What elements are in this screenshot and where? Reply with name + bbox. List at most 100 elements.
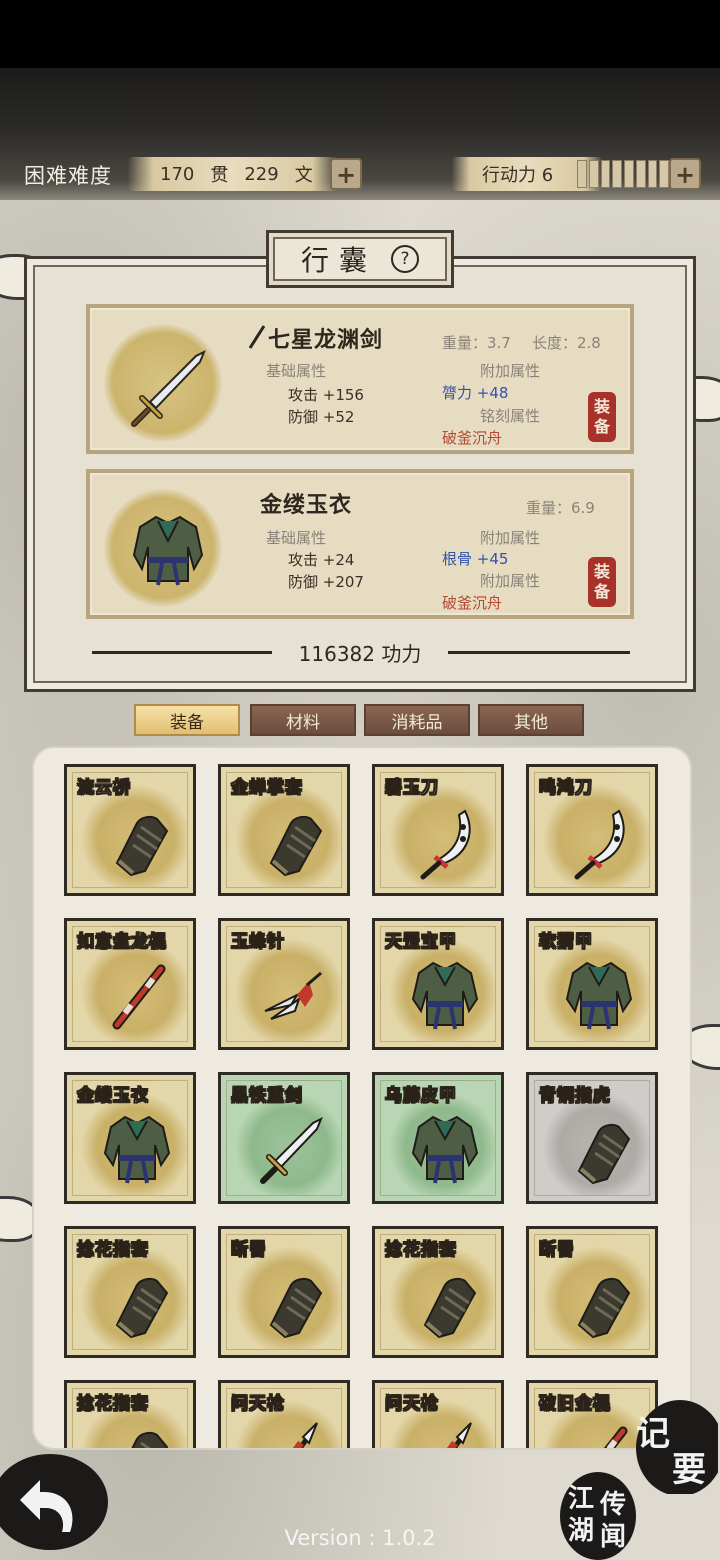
- spear-icon: [446, 1422, 472, 1448]
- equip-char: 备: [593, 417, 610, 436]
- equipped-armor-card[interactable]: 金缕玉衣 重量：6.9 基础属性 攻击 +24 防御 +207 附加属性 根骨 …: [86, 469, 634, 619]
- inventory-slot[interactable]: 碧玉刀: [372, 764, 504, 896]
- notes-char[interactable]: 要: [672, 1442, 706, 1491]
- inventory-item-name: 问天枪: [385, 1394, 439, 1415]
- inventory-slot[interactable]: 捻花指套: [372, 1226, 504, 1358]
- staff-icon: [603, 1426, 628, 1448]
- notes-char[interactable]: 记: [636, 1406, 670, 1455]
- version-label: Version : 1.0.2: [284, 1526, 436, 1550]
- extra-attr-label: 附加属性: [480, 529, 541, 547]
- action-point-segment: [635, 160, 646, 188]
- tab-equipment[interactable]: 装备: [134, 704, 240, 736]
- inventory-slot[interactable]: 青铜指虎: [526, 1072, 658, 1204]
- inventory-slot[interactable]: 问天枪: [372, 1380, 504, 1448]
- gauntlet-icon: [423, 1277, 477, 1339]
- inventory-slot[interactable]: 问天枪: [218, 1380, 350, 1448]
- difficulty-label: 困难难度: [24, 164, 112, 188]
- plus-icon: +: [335, 159, 357, 189]
- base-attr-label: 基础属性: [266, 529, 327, 547]
- inventory-slot[interactable]: 金缕玉衣: [64, 1072, 196, 1204]
- action-point-segment: [588, 160, 599, 188]
- inventory-item-name: 软猬甲: [539, 932, 593, 953]
- inventory-item-name: 碧玉刀: [385, 778, 439, 799]
- engrave-stat: 破釜沉舟: [442, 429, 503, 447]
- extra-stat: 膂力 +48: [442, 384, 509, 402]
- defense-stat: 防御 +207: [288, 573, 364, 591]
- inventory-item-name: 乌藤皮甲: [385, 1086, 457, 1107]
- item-length: 长度：2.8: [532, 334, 601, 352]
- gauntlet-icon: [115, 1277, 169, 1339]
- inventory-slot[interactable]: 如意盘龙棍: [64, 918, 196, 1050]
- inventory-item-name: 黑铁重剑: [231, 1086, 303, 1107]
- saber-icon: [574, 809, 625, 880]
- action-points-bar: [577, 160, 669, 188]
- inventory-slot[interactable]: 玉蜂针: [218, 918, 350, 1050]
- engrave-stat: 破釜沉舟: [442, 594, 503, 612]
- inventory-item-name: 青铜指虎: [539, 1086, 611, 1107]
- guan-unit: 贯: [210, 165, 229, 186]
- extra-attr-label: 附加属性: [480, 362, 541, 380]
- sword-icon: [131, 349, 206, 427]
- saber-icon: [420, 809, 471, 880]
- inventory-slot[interactable]: 金蝉掌套: [218, 764, 350, 896]
- gauntlet-icon: [577, 1123, 631, 1185]
- bag-title-text: 行囊: [300, 244, 377, 277]
- action-points-label: 行动力 6: [482, 165, 554, 186]
- inventory-item-name: 捻花指套: [385, 1240, 457, 1261]
- tab-consumables[interactable]: 消耗品: [364, 704, 470, 736]
- gauntlet-icon: [269, 1277, 323, 1339]
- item-weight: 重量：6.9: [526, 499, 595, 517]
- equip-char: 装: [593, 397, 610, 416]
- armor-icon: [132, 515, 204, 586]
- inventory-slot[interactable]: 流云桥: [64, 764, 196, 896]
- needle-icon: [264, 971, 322, 1020]
- inventory-slot[interactable]: 断罾: [218, 1226, 350, 1358]
- equip-button[interactable]: 装 备: [588, 392, 616, 442]
- base-attr-label: 基础属性: [266, 362, 327, 380]
- inventory-slot[interactable]: 乌藤皮甲: [372, 1072, 504, 1204]
- inventory-slot[interactable]: 鸣鸿刀: [526, 764, 658, 896]
- staff-icon: [112, 964, 166, 1030]
- tab-materials[interactable]: 材料: [250, 704, 356, 736]
- add-money-button[interactable]: +: [330, 158, 362, 190]
- inventory-item-name: 流云桥: [77, 778, 131, 799]
- inventory-item-name: 鸣鸿刀: [539, 778, 593, 799]
- armor-icon: [565, 961, 633, 1030]
- bag-title: 行囊 ?: [266, 230, 454, 288]
- inventory-item-name: 问天枪: [231, 1394, 285, 1415]
- inventory-slot[interactable]: 断罾: [526, 1226, 658, 1358]
- add-action-button[interactable]: +: [669, 158, 701, 190]
- item-name: 金缕玉衣: [260, 492, 353, 518]
- inventory-slot[interactable]: 软猬甲: [526, 918, 658, 1050]
- action-point-segment: [577, 160, 587, 188]
- engrave-attr-label: 铭刻属性: [480, 407, 541, 425]
- equipped-weapon-card[interactable]: 七星龙渊剑 重量：3.7 长度：2.8 基础属性 攻击 +156 防御 +52 …: [86, 304, 634, 454]
- gauntlet-icon: [577, 1277, 631, 1339]
- divider-right: [448, 651, 630, 654]
- inventory-item-name: 捻花指套: [77, 1394, 149, 1415]
- tab-other[interactable]: 其他: [478, 704, 584, 736]
- inventory-item-name: 断罾: [539, 1240, 575, 1261]
- guan-value: 170: [160, 163, 195, 185]
- ink-wash-header: [0, 68, 720, 218]
- inventory-slot[interactable]: 捻花指套: [64, 1226, 196, 1358]
- inventory-item-name: 破旧金棍: [539, 1394, 611, 1415]
- inventory-slot[interactable]: 黑铁重剑: [218, 1072, 350, 1204]
- action-point-segment: [600, 160, 611, 188]
- gauntlet-icon: [269, 815, 323, 877]
- inventory-item-name: 金缕玉衣: [77, 1086, 149, 1107]
- wen-value: 229: [244, 163, 279, 185]
- action-point-segment: [659, 160, 669, 188]
- inventory-item-name: 金蝉掌套: [231, 778, 303, 799]
- sword-icon: [260, 1116, 323, 1184]
- inventory-grid[interactable]: 流云桥 金蝉掌套 碧玉刀 鸣鸿刀如意盘龙棍 玉蜂针 天罡宝甲 软猬甲金缕玉衣 黑铁重剑 乌藤皮甲…: [32, 746, 692, 1450]
- status-bar-area: [0, 0, 720, 68]
- item-name: 七星龙渊剑: [268, 327, 384, 353]
- spear-icon: [292, 1422, 318, 1448]
- equip-button[interactable]: 装 备: [588, 557, 616, 607]
- inventory-item-name: 断罾: [231, 1240, 267, 1261]
- inventory-item-name: 玉蜂针: [231, 932, 285, 953]
- inventory-slot[interactable]: 天罡宝甲: [372, 918, 504, 1050]
- help-icon[interactable]: ?: [391, 245, 419, 273]
- inventory-item-name: 捻花指套: [77, 1240, 149, 1261]
